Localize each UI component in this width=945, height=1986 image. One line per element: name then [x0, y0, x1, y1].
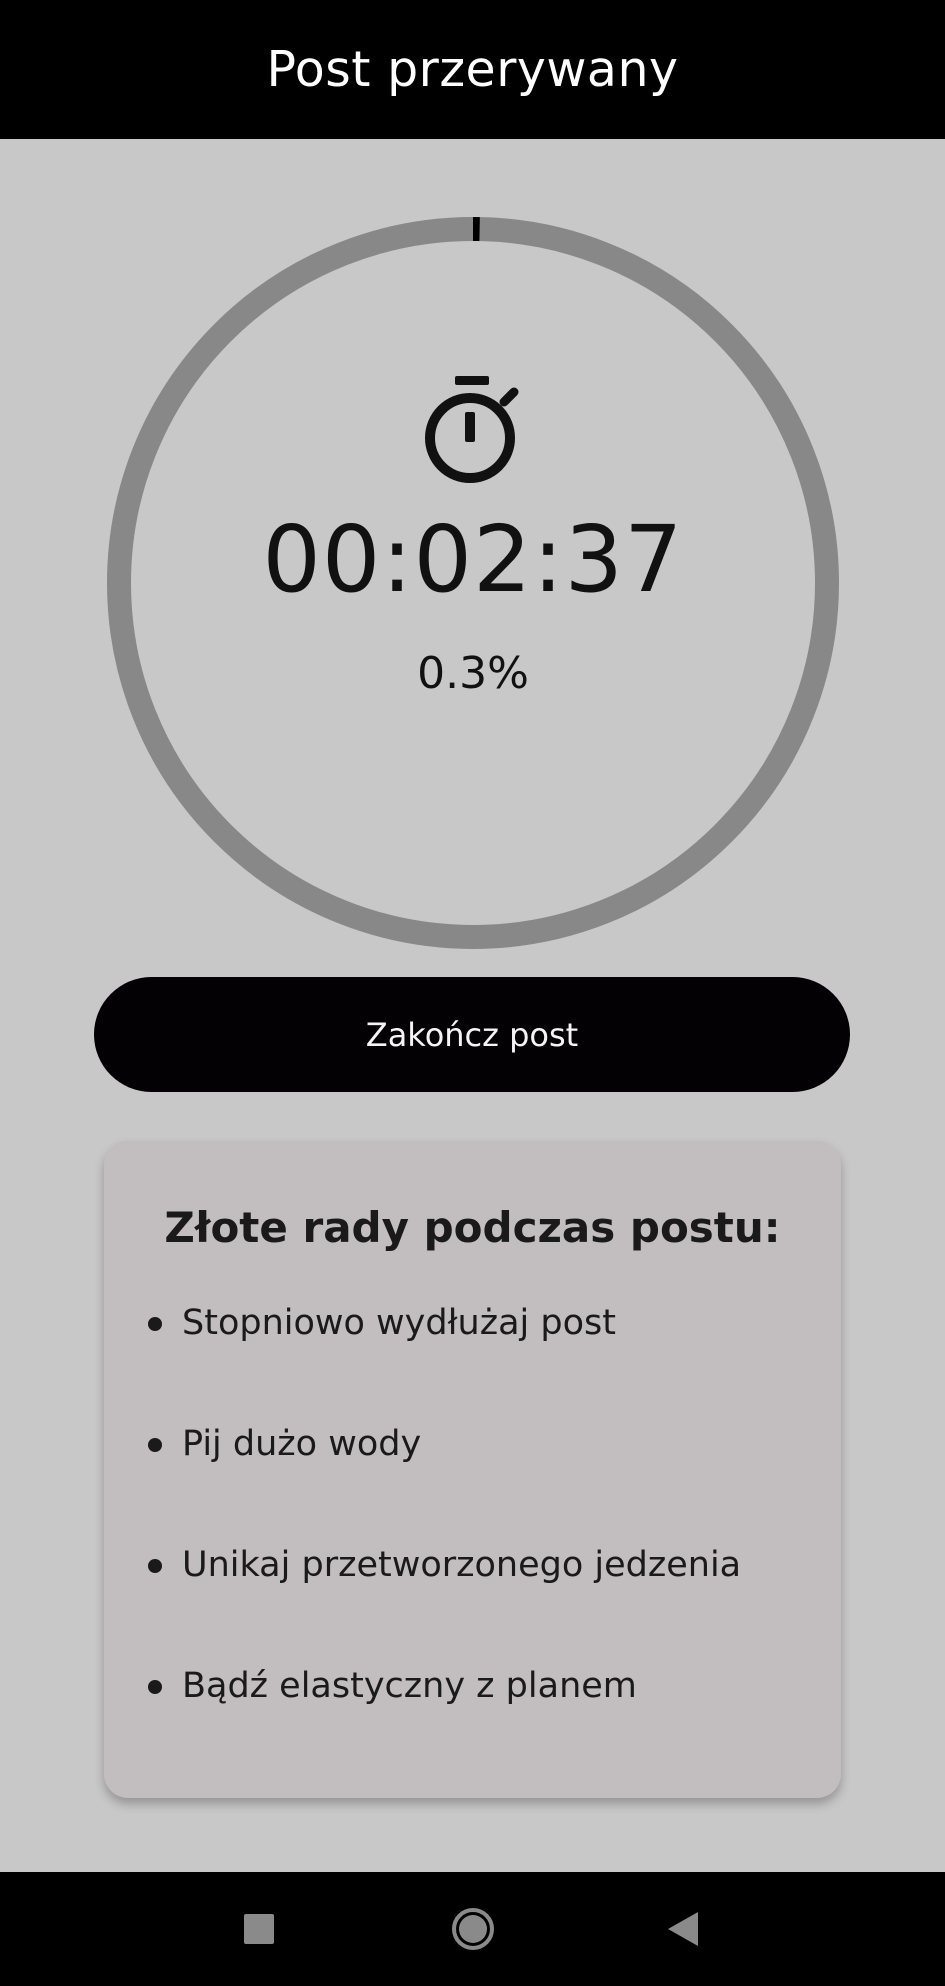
page-title: Post przerywany — [266, 41, 679, 98]
triangle-back-icon — [668, 1912, 698, 1946]
tip-text: Pij dużo wody — [182, 1424, 422, 1464]
app-screen: Post przerywany 00:02:37 0.3% Zakończ po… — [0, 0, 945, 1986]
tip-item: Unikaj przetworzonego jedzenia — [144, 1545, 741, 1666]
end-fast-button[interactable]: Zakończ post — [94, 977, 850, 1092]
home-button[interactable] — [413, 1872, 533, 1986]
tip-item: Pij dużo wody — [144, 1424, 741, 1545]
circle-icon — [452, 1908, 494, 1950]
top-app-bar: Post przerywany — [0, 0, 945, 139]
recent-apps-button[interactable] — [199, 1872, 319, 1986]
tips-list: Stopniowo wydłużaj post Pij dużo wody Un… — [144, 1303, 741, 1787]
timer-center: 00:02:37 0.3% — [106, 216, 840, 950]
system-navigation-bar — [0, 1872, 945, 1986]
fasting-timer: 00:02:37 0.3% — [106, 216, 840, 950]
bullet-icon — [148, 1438, 162, 1452]
bullet-icon — [148, 1317, 162, 1331]
tip-item: Stopniowo wydłużaj post — [144, 1303, 741, 1424]
tips-title: Złote rady podczas postu: — [164, 1203, 781, 1252]
bullet-icon — [148, 1680, 162, 1694]
tip-text: Unikaj przetworzonego jedzenia — [182, 1545, 742, 1585]
tips-card: Złote rady podczas postu: Stopniowo wydł… — [104, 1141, 841, 1798]
square-icon — [244, 1914, 274, 1944]
back-button[interactable] — [623, 1872, 743, 1986]
stopwatch-icon — [422, 374, 524, 488]
bullet-icon — [148, 1559, 162, 1573]
elapsed-time: 00:02:37 — [262, 506, 684, 613]
tip-text: Bądź elastyczny z planem — [182, 1666, 637, 1706]
tip-item: Bądź elastyczny z planem — [144, 1666, 741, 1787]
tip-text: Stopniowo wydłużaj post — [182, 1303, 616, 1343]
progress-percent: 0.3% — [417, 648, 529, 699]
